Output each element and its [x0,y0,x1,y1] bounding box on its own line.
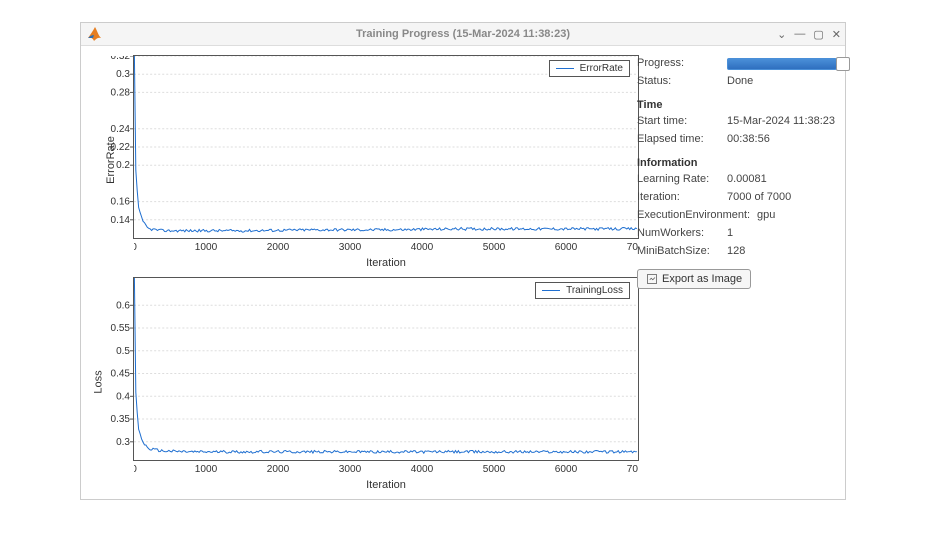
execution-env-value: gpu [757,207,837,223]
title-bar: Training Progress (15-Mar-2024 11:38:23)… [81,23,845,46]
window-frame: Training Progress (15-Mar-2024 11:38:23)… [80,22,846,500]
svg-text:2000: 2000 [267,464,290,475]
chart-svg [134,56,638,238]
svg-text:1000: 1000 [195,242,218,253]
iteration-label: Iteration: [637,189,727,205]
status-value: Done [727,73,837,89]
x-axis-label: Iteration [133,257,639,269]
svg-text:6000: 6000 [555,464,578,475]
num-workers-value: 1 [727,225,837,241]
error-rate-chart: ErrorRate 0.140.160.20.220.240.280.30.32… [81,51,647,269]
num-workers-label: NumWorkers: [637,225,727,241]
legend: ErrorRate [549,60,630,77]
elapsed-time-value: 00:38:56 [727,131,837,147]
legend-swatch [556,68,574,69]
loss-chart: Loss 0.30.350.40.450.50.550.6 0100020003… [81,273,647,491]
svg-text:0.3: 0.3 [116,437,130,448]
progress-label: Progress: [637,55,727,71]
svg-text:1000: 1000 [195,464,218,475]
content-area: ErrorRate 0.140.160.20.220.240.280.30.32… [81,45,845,499]
svg-text:0.22: 0.22 [111,142,131,153]
mini-batch-size-value: 128 [727,243,837,259]
export-as-image-button[interactable]: Export as Image [637,269,751,289]
y-ticks: 0.14 0.16 0.2 0.22 0.24 0.28 0.3 0.32 [96,56,134,238]
app-window: Training Progress (15-Mar-2024 11:38:23)… [0,0,928,536]
elapsed-time-label: Elapsed time: [637,131,727,147]
stop-button[interactable] [836,57,850,71]
start-time-value: 15-Mar-2024 11:38:23 [727,113,837,129]
progress-bar [727,58,837,70]
chart-svg [134,278,638,460]
x-ticks: 01000200030004000500060007000 [134,460,638,476]
svg-text:0.2: 0.2 [116,160,130,171]
svg-text:6000: 6000 [555,242,578,253]
maximize-button[interactable]: ▢ [813,28,823,41]
mini-batch-size-label: MiniBatchSize: [637,243,727,259]
start-time-label: Start time: [637,113,727,129]
svg-text:0.3: 0.3 [116,69,130,80]
svg-text:5000: 5000 [483,464,506,475]
learning-rate-value: 0.00081 [727,171,837,187]
legend-label: TrainingLoss [566,285,623,296]
svg-text:0.16: 0.16 [111,197,131,208]
dropdown-caret-icon[interactable]: ⌄ [777,28,786,41]
svg-text:0: 0 [134,242,137,253]
minimize-button[interactable]: — [794,28,805,40]
svg-text:5000: 5000 [483,242,506,253]
plots-panel: ErrorRate 0.140.160.20.220.240.280.30.32… [81,45,647,499]
plot-area: 0.140.160.20.220.240.280.30.32 010002000… [133,55,639,239]
legend: TrainingLoss [535,282,630,299]
svg-text:0.5: 0.5 [116,346,130,357]
window-title: Training Progress (15-Mar-2024 11:38:23) [81,23,845,45]
svg-text:3000: 3000 [339,242,362,253]
svg-text:0.55: 0.55 [111,323,131,334]
svg-text:0.4: 0.4 [116,391,130,402]
execution-env-label: ExecutionEnvironment: [637,207,757,223]
svg-text:4000: 4000 [411,464,434,475]
info-sidebar: Progress: Status: Done Time Start time: … [637,45,845,499]
x-axis-label: Iteration [133,479,639,491]
time-header: Time [637,99,837,111]
legend-swatch [542,290,560,291]
svg-text:0.24: 0.24 [111,124,131,135]
svg-text:2000: 2000 [267,242,290,253]
svg-text:0.32: 0.32 [111,56,131,62]
status-label: Status: [637,73,727,89]
export-button-label: Export as Image [662,273,742,285]
plot-area: 0.30.350.40.450.50.550.6 010002000300040… [133,277,639,461]
legend-label: ErrorRate [580,63,623,74]
iteration-value: 7000 of 7000 [727,189,837,205]
close-button[interactable]: ✕ [832,28,841,41]
information-header: Information [637,157,837,169]
svg-text:0.6: 0.6 [116,300,130,311]
svg-text:0: 0 [134,464,137,475]
svg-text:0.28: 0.28 [111,87,131,98]
y-ticks: 0.3 0.35 0.4 0.45 0.5 0.55 0.6 [96,278,134,460]
learning-rate-label: Learning Rate: [637,171,727,187]
svg-text:0.45: 0.45 [111,369,131,380]
x-ticks: 01000200030004000500060007000 [134,238,638,254]
svg-text:0.14: 0.14 [111,215,131,226]
export-icon [646,273,658,285]
svg-text:4000: 4000 [411,242,434,253]
svg-text:0.35: 0.35 [111,414,131,425]
svg-text:3000: 3000 [339,464,362,475]
